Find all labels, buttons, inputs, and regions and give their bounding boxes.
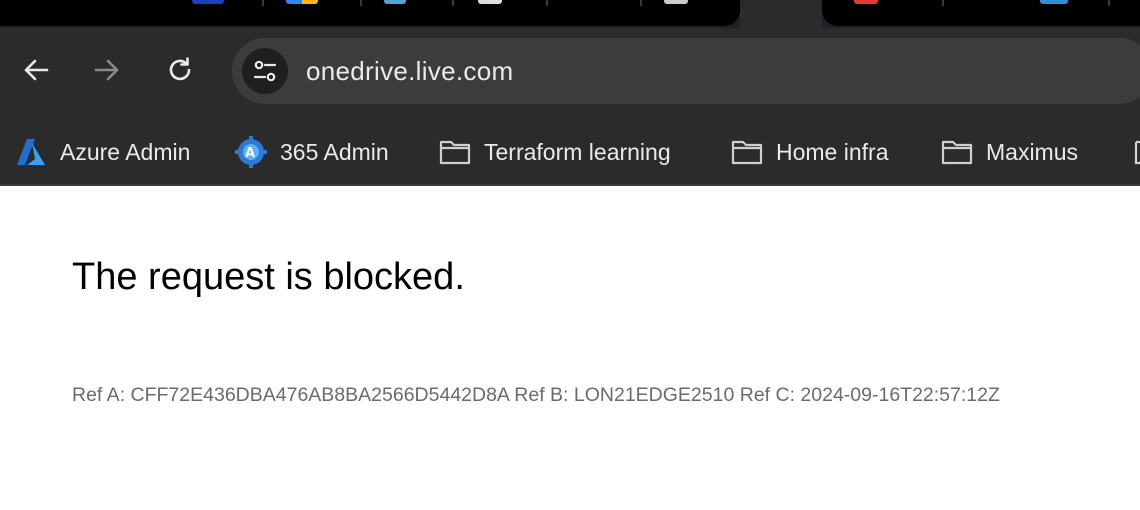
site-info-button[interactable] (242, 48, 288, 94)
bookmark-365-admin[interactable]: A 365 Admin (234, 130, 389, 174)
tab-favicon-blue[interactable] (384, 0, 406, 4)
back-button[interactable] (16, 50, 56, 90)
tab-favicon-blue-2[interactable] (1040, 0, 1068, 4)
reload-icon (169, 57, 191, 81)
browser-toolbar: onedrive.live.com (0, 28, 1140, 120)
forward-button[interactable] (87, 50, 127, 90)
bookmark-label: Azure Admin (60, 138, 191, 165)
tab-strip (0, 0, 1140, 28)
tab-separator (452, 0, 454, 6)
bookmark-label: Terraform learning (484, 138, 671, 165)
tab-group-left[interactable] (0, 0, 740, 26)
folder-icon (940, 135, 974, 169)
tab-favicon-microsoft[interactable] (286, 0, 318, 4)
folder-icon (1124, 135, 1140, 169)
bookmark-label: Maximus (986, 138, 1079, 165)
tab-group-right[interactable] (822, 0, 1140, 26)
tab-favicon-other[interactable] (664, 0, 688, 4)
folder-icon (730, 135, 764, 169)
tab-separator (942, 0, 944, 6)
bookmark-overflow-folder[interactable] (1124, 130, 1140, 174)
error-reference: Ref A: CFF72E436DBA476AB8BA2566D5442D8A … (72, 384, 1000, 406)
folder-icon (438, 135, 472, 169)
bookmark-azure-admin[interactable]: Azure Admin (14, 130, 190, 174)
tune-icon (253, 60, 277, 82)
bookmarks-bar: Azure Admin A 365 Admin Terraform learni… (0, 120, 1140, 186)
azure-logo-icon (14, 135, 48, 169)
address-bar[interactable]: onedrive.live.com (232, 38, 1140, 104)
bookmark-label: Home infra (776, 138, 889, 165)
tab-separator (546, 0, 548, 6)
tab-separator (640, 0, 642, 6)
bookmark-home-infra[interactable]: Home infra (730, 130, 888, 174)
tab-favicon-red[interactable] (854, 0, 878, 4)
page-content: The request is blocked. Ref A: CFF72E436… (0, 188, 1140, 510)
svg-text:A: A (245, 146, 255, 161)
bookmark-terraform-learning[interactable]: Terraform learning (438, 130, 671, 174)
tab-favicon-edge[interactable] (192, 0, 224, 4)
active-tab-gap (740, 0, 822, 28)
url-text[interactable]: onedrive.live.com (306, 38, 513, 104)
tab-separator (262, 0, 264, 6)
admin-gear-icon: A (234, 135, 268, 169)
tab-separator (360, 0, 362, 6)
error-headline: The request is blocked. (72, 256, 465, 298)
tab-separator (1108, 0, 1110, 6)
arrow-right-icon (94, 59, 119, 81)
reload-button[interactable] (160, 50, 200, 90)
tab-favicon-github[interactable] (478, 0, 502, 4)
bookmark-label: 365 Admin (280, 138, 389, 165)
bookmark-maximus[interactable]: Maximus (940, 130, 1078, 174)
arrow-left-icon (24, 59, 49, 81)
